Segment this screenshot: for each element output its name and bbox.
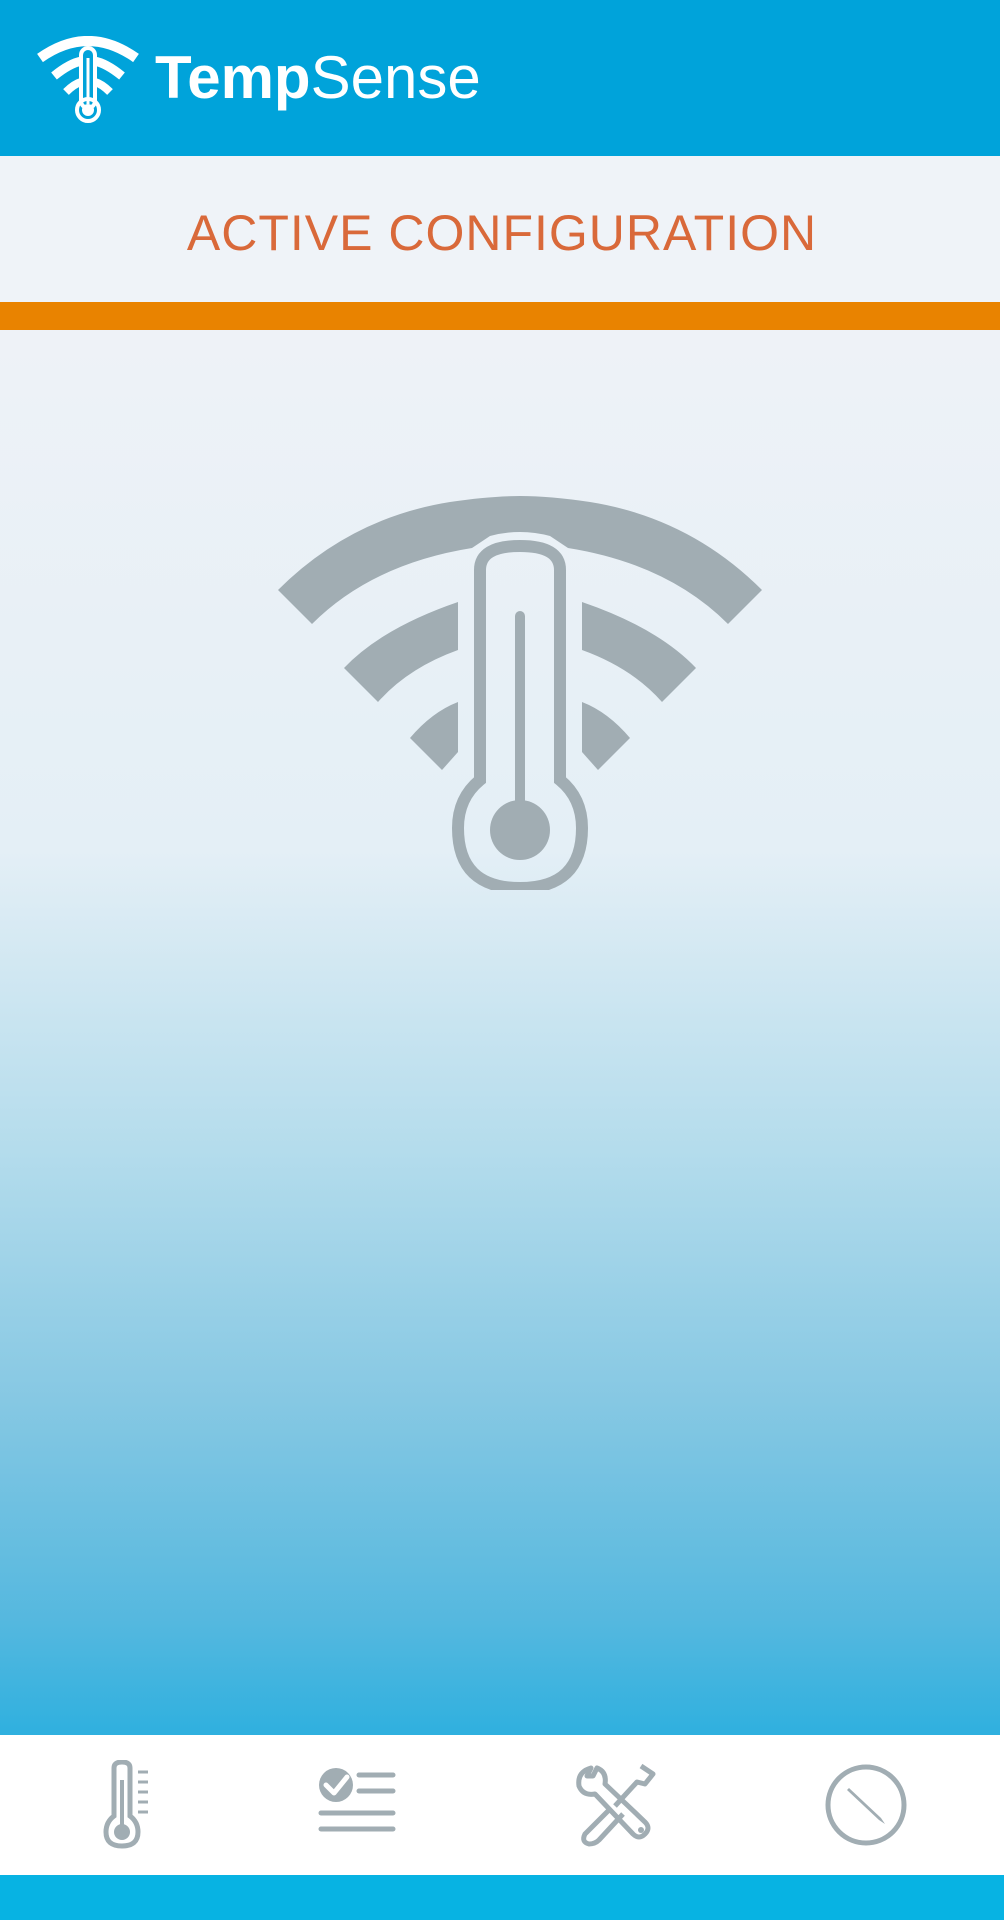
tab-temperature[interactable] — [58, 1735, 198, 1875]
footer-band — [0, 1875, 1004, 1920]
accent-divider — [0, 302, 1004, 330]
brand-bold: Temp — [155, 44, 311, 111]
compass-pencil-icon — [825, 1764, 907, 1846]
bottom-tab-bar — [0, 1735, 1000, 1875]
right-edge-border — [1000, 0, 1004, 1920]
wifi-thermometer-icon — [278, 496, 762, 890]
checklist-icon — [318, 1768, 396, 1832]
thermometer-icon — [103, 1760, 148, 1849]
tab-tools[interactable] — [546, 1735, 686, 1875]
tab-checklist[interactable] — [286, 1735, 426, 1875]
tab-settings-compass[interactable] — [796, 1735, 936, 1875]
wifi-thermometer-icon — [37, 36, 139, 123]
app-header: TempSense — [0, 0, 1004, 156]
brand-light: Sense — [310, 44, 481, 111]
tools-icon — [576, 1763, 656, 1847]
page-title: ACTIVE CONFIGURATION — [186, 205, 818, 261]
brand-name: TempSense — [155, 48, 481, 108]
